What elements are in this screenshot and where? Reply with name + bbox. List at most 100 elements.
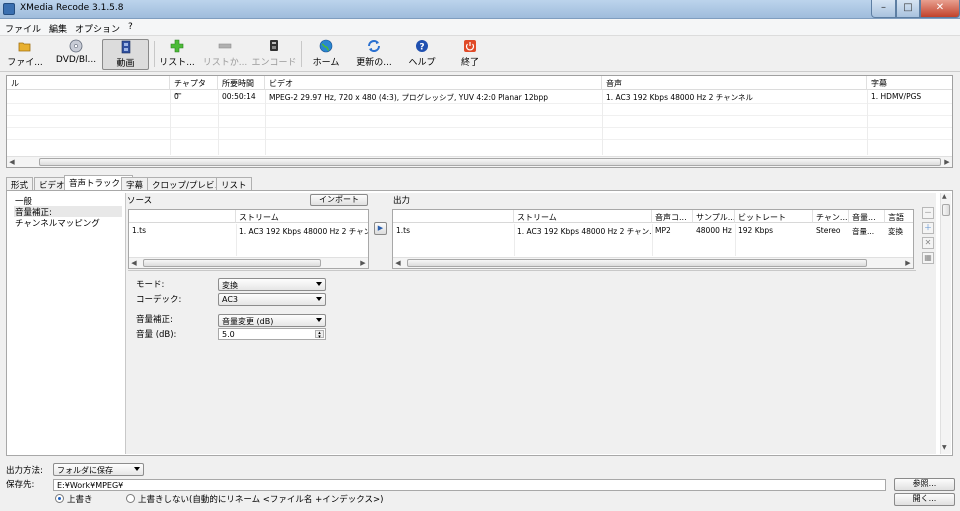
file-list-table[interactable]: ル チャプター 所要時間 ビデオ 音声 字幕 0 00:50:14 MPEG-2…: [6, 75, 953, 168]
scroll-down-icon[interactable]: ▼: [942, 444, 947, 451]
output-horizontal-scrollbar[interactable]: ◀ ▶: [393, 257, 913, 268]
open-button[interactable]: 開く...: [894, 493, 955, 506]
volume-spinner[interactable]: 5.0 ▴ ▾: [218, 328, 326, 340]
scroll-right-icon[interactable]: ▶: [903, 258, 913, 268]
column-header-video[interactable]: ビデオ: [265, 76, 602, 90]
scroll-left-icon[interactable]: ◀: [7, 157, 17, 167]
output-column-file[interactable]: [393, 210, 514, 223]
scroll-up-icon[interactable]: ▲: [942, 193, 947, 200]
video-button[interactable]: 動画: [102, 39, 149, 70]
table-row[interactable]: 1.ts 1. AC3 192 Kbps 48000 Hz 2 チャン... M…: [393, 224, 913, 237]
cell-video: MPEG-2 29.97 Hz, 720 x 480 (4:3), プログレッシ…: [269, 93, 548, 102]
menu-options[interactable]: オプション: [75, 22, 120, 35]
menu-bar: ファイル 編集 オプション ?: [0, 19, 960, 36]
scroll-thumb[interactable]: [143, 259, 321, 267]
nav-item-volume-normalize[interactable]: 音量補正:: [14, 206, 122, 218]
disc-icon: [69, 39, 83, 53]
scroll-left-icon[interactable]: ◀: [393, 258, 403, 268]
tab-list[interactable]: リスト: [216, 177, 252, 191]
window-title: XMedia Recode 3.1.5.8: [20, 3, 124, 13]
menu-help[interactable]: ?: [128, 22, 133, 32]
toolbar-separator: [154, 41, 155, 67]
column-header-name[interactable]: ル: [7, 76, 170, 90]
column-header-audio[interactable]: 音声: [602, 76, 867, 90]
tab-subtitle[interactable]: 字幕: [121, 177, 149, 191]
codec-select[interactable]: AC3: [218, 293, 326, 306]
output-column-channel[interactable]: チャン...: [813, 210, 849, 223]
scroll-thumb[interactable]: [942, 204, 950, 216]
exit-button[interactable]: 終了: [453, 39, 487, 70]
app-icon: [3, 3, 15, 15]
refresh-icon: [368, 40, 380, 52]
remove-stream-button[interactable]: －: [922, 207, 934, 219]
table-row[interactable]: 0 00:50:14 MPEG-2 29.97 Hz, 720 x 480 (4…: [7, 90, 952, 103]
add-stream-arrow-button[interactable]: ▶: [374, 222, 387, 235]
output-method-select[interactable]: フォルダに保存: [53, 463, 144, 476]
update-button[interactable]: 更新の...: [352, 39, 396, 70]
add-to-list-button[interactable]: リスト...: [156, 39, 198, 70]
output-column-codec[interactable]: 音声コ...: [652, 210, 693, 223]
scroll-left-icon[interactable]: ◀: [129, 258, 139, 268]
delete-stream-button[interactable]: ✕: [922, 237, 934, 249]
source-column-stream[interactable]: ストリーム: [236, 210, 368, 223]
add-to-list-label: リスト...: [159, 58, 195, 68]
arrow-right-icon: ▶: [377, 224, 384, 232]
browse-button[interactable]: 参照...: [894, 478, 955, 491]
normalize-select[interactable]: 音量変更 (dB): [218, 314, 326, 327]
grid-line: [236, 224, 237, 256]
save-path-input[interactable]: E:¥Work¥MPEG¥: [53, 479, 886, 491]
output-column-volume[interactable]: 音量...: [849, 210, 885, 223]
audio-settings-nav: 一般 音量補正: チャンネルマッピング: [10, 193, 126, 454]
output-column-bitrate[interactable]: ビットレート: [735, 210, 813, 223]
stream-grid-button[interactable]: ▦: [922, 252, 934, 264]
mode-select[interactable]: 変換: [218, 278, 326, 291]
scroll-thumb[interactable]: [39, 158, 941, 166]
film-icon: [121, 40, 130, 54]
table-row[interactable]: 1.ts 1. AC3 192 Kbps 48000 Hz 2 チャンネル: [129, 224, 368, 237]
menu-file[interactable]: ファイル: [5, 22, 41, 35]
output-cell-file: 1.ts: [396, 226, 411, 235]
home-button[interactable]: ホーム: [306, 39, 346, 70]
minimize-button[interactable]: –: [871, 0, 896, 18]
panel-vertical-scrollbar[interactable]: ▲ ▼: [940, 193, 951, 454]
output-cell-samplerate: 48000 Hz: [696, 226, 732, 235]
output-stream-table[interactable]: ストリーム 音声コ... サンプル... ビットレート チャン... 音量...…: [392, 209, 914, 269]
output-column-stream[interactable]: ストリーム: [514, 210, 652, 223]
output-column-samplerate[interactable]: サンプル...: [693, 210, 735, 223]
output-method-value: フォルダに保存: [57, 466, 113, 475]
help-button[interactable]: ? ヘルプ: [402, 39, 442, 70]
grid-line: [867, 90, 868, 155]
list-horizontal-scrollbar[interactable]: ◀ ▶: [7, 156, 952, 167]
output-column-language[interactable]: 言語: [885, 210, 913, 223]
maximize-button[interactable]: □: [896, 0, 920, 18]
tab-format[interactable]: 形式: [6, 177, 34, 191]
chevron-down-icon: [316, 318, 322, 322]
remove-from-list-button[interactable]: リストか...: [202, 39, 248, 70]
column-header-chapter[interactable]: チャプター: [170, 76, 218, 99]
scroll-right-icon[interactable]: ▶: [358, 258, 368, 268]
cell-duration: 00:50:14: [222, 92, 256, 101]
source-stream-table[interactable]: ストリーム 1.ts 1. AC3 192 Kbps 48000 Hz 2 チャ…: [128, 209, 369, 269]
open-file-button[interactable]: ファイ...: [3, 39, 47, 70]
dvd-bluray-button[interactable]: DVD/Bl...: [53, 39, 99, 70]
nav-item-general[interactable]: 一般: [14, 195, 122, 207]
encode-button[interactable]: エンコード: [250, 39, 298, 70]
grid-line: [7, 103, 952, 104]
scroll-right-icon[interactable]: ▶: [942, 157, 952, 167]
column-header-subtitle[interactable]: 字幕: [867, 76, 952, 90]
nav-item-channel-mapping[interactable]: チャンネルマッピング: [14, 217, 122, 229]
overwrite-label: 上書き: [67, 495, 93, 505]
source-horizontal-scrollbar[interactable]: ◀ ▶: [129, 257, 368, 268]
menu-edit[interactable]: 編集: [49, 22, 67, 35]
spinner-arrows-icon[interactable]: ▴ ▾: [315, 330, 324, 340]
no-overwrite-radio[interactable]: [126, 494, 135, 503]
scroll-thumb[interactable]: [407, 259, 867, 267]
close-button[interactable]: ✕: [920, 0, 960, 18]
add-stream-button[interactable]: ＋: [922, 222, 934, 234]
title-bar: XMedia Recode 3.1.5.8 – □ ✕: [0, 0, 960, 19]
column-header-duration[interactable]: 所要時間: [218, 76, 265, 90]
mode-value: 変換: [222, 281, 238, 290]
overwrite-radio[interactable]: [55, 494, 64, 503]
source-column-file[interactable]: [129, 210, 236, 223]
import-button[interactable]: インポート: [310, 194, 368, 206]
